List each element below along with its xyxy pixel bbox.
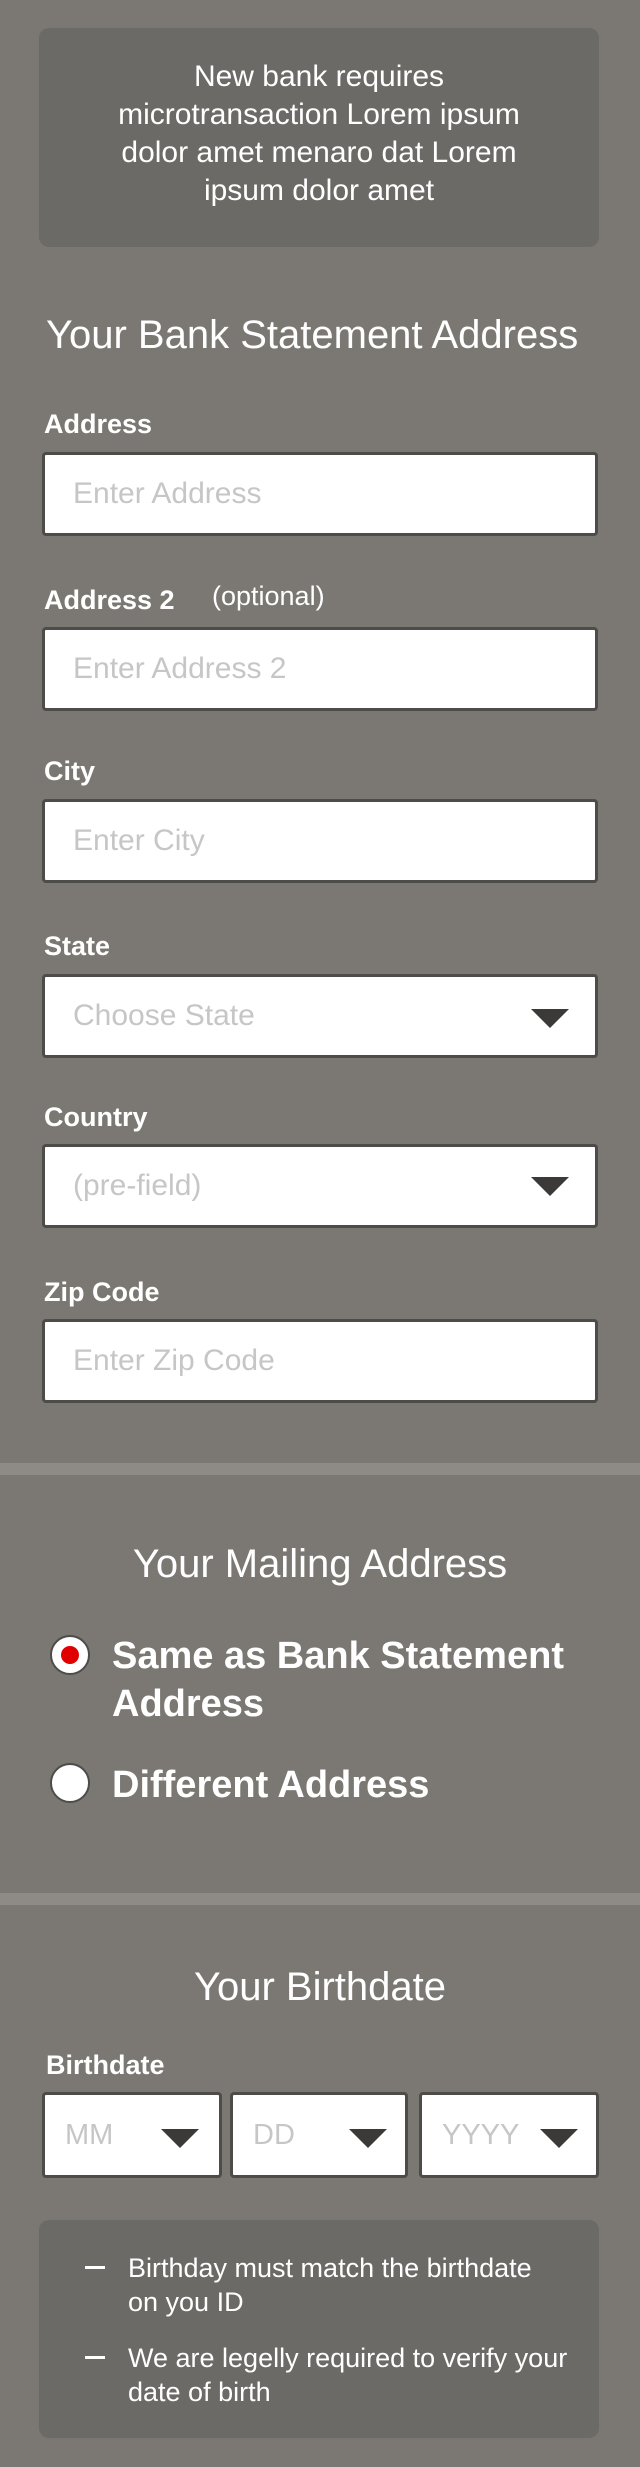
city-field[interactable] [42,799,598,883]
address-label: Address [44,409,153,439]
state-label: State [44,931,111,961]
birth-day-select[interactable]: DD [230,2092,408,2178]
birthdate-note: Birthday must match the birthdate on you… [128,2253,532,2317]
city-input[interactable] [45,802,595,880]
state-select[interactable]: Choose State [42,974,598,1058]
radio-same-as-bank-line1: Same as Bank Statement [112,1635,564,1677]
country-label: Country [44,1102,148,1132]
address-input[interactable] [45,455,595,533]
birthdate-title: Your Birthdate [193,1965,447,2009]
radio-selected-dot [61,1646,79,1664]
notice-text: New bank requires microtransaction Lorem… [118,60,520,207]
birthdate-note: We are legelly required to verify your d… [128,2343,568,2407]
birth-year-value: YYYY [442,2119,520,2151]
city-label: City [44,756,96,786]
radio-different-address-label[interactable]: Different Address [112,1761,429,1809]
zip-label: Zip Code [44,1277,160,1307]
radio-different-address[interactable] [50,1763,90,1803]
bank-statement-title: Your Bank Statement Address [46,313,579,357]
caret-down-icon [349,2129,387,2148]
mailing-address-title: Your Mailing Address [132,1542,508,1586]
microtransaction-notice: New bank requires microtransaction Lorem… [39,28,599,247]
caret-down-icon [161,2129,199,2148]
radio-same-as-bank-label[interactable]: Same as Bank Statement Address [112,1632,564,1728]
birthdate-label: Birthdate [46,2050,165,2080]
radio-same-as-bank[interactable] [50,1635,90,1675]
country-select[interactable]: (pre-field) [42,1144,598,1228]
section-divider [0,1463,640,1475]
address2-field[interactable] [42,627,598,711]
address2-label: Address 2 [44,585,175,615]
address2-input[interactable] [45,630,595,708]
caret-down-icon [531,1177,569,1196]
birth-year-select[interactable]: YYYY [419,2092,599,2178]
address-field[interactable] [42,452,598,536]
section-divider [0,1893,640,1905]
dash-icon [85,2356,105,2359]
birthdate-info-panel: Birthday must match the birthdate on you… [39,2220,599,2438]
caret-down-icon [540,2129,578,2148]
dash-icon [85,2266,105,2269]
address2-optional-label: (optional) [212,581,325,611]
birth-day-value: DD [253,2119,295,2151]
radio-same-as-bank-line2: Address [112,1683,265,1725]
state-select-value: Choose State [73,999,255,1032]
birth-month-select[interactable]: MM [42,2092,222,2178]
zip-field[interactable] [42,1319,598,1403]
caret-down-icon [531,1009,569,1028]
zip-input[interactable] [45,1322,595,1400]
birth-month-value: MM [65,2119,114,2151]
country-select-value: (pre-field) [73,1169,202,1202]
